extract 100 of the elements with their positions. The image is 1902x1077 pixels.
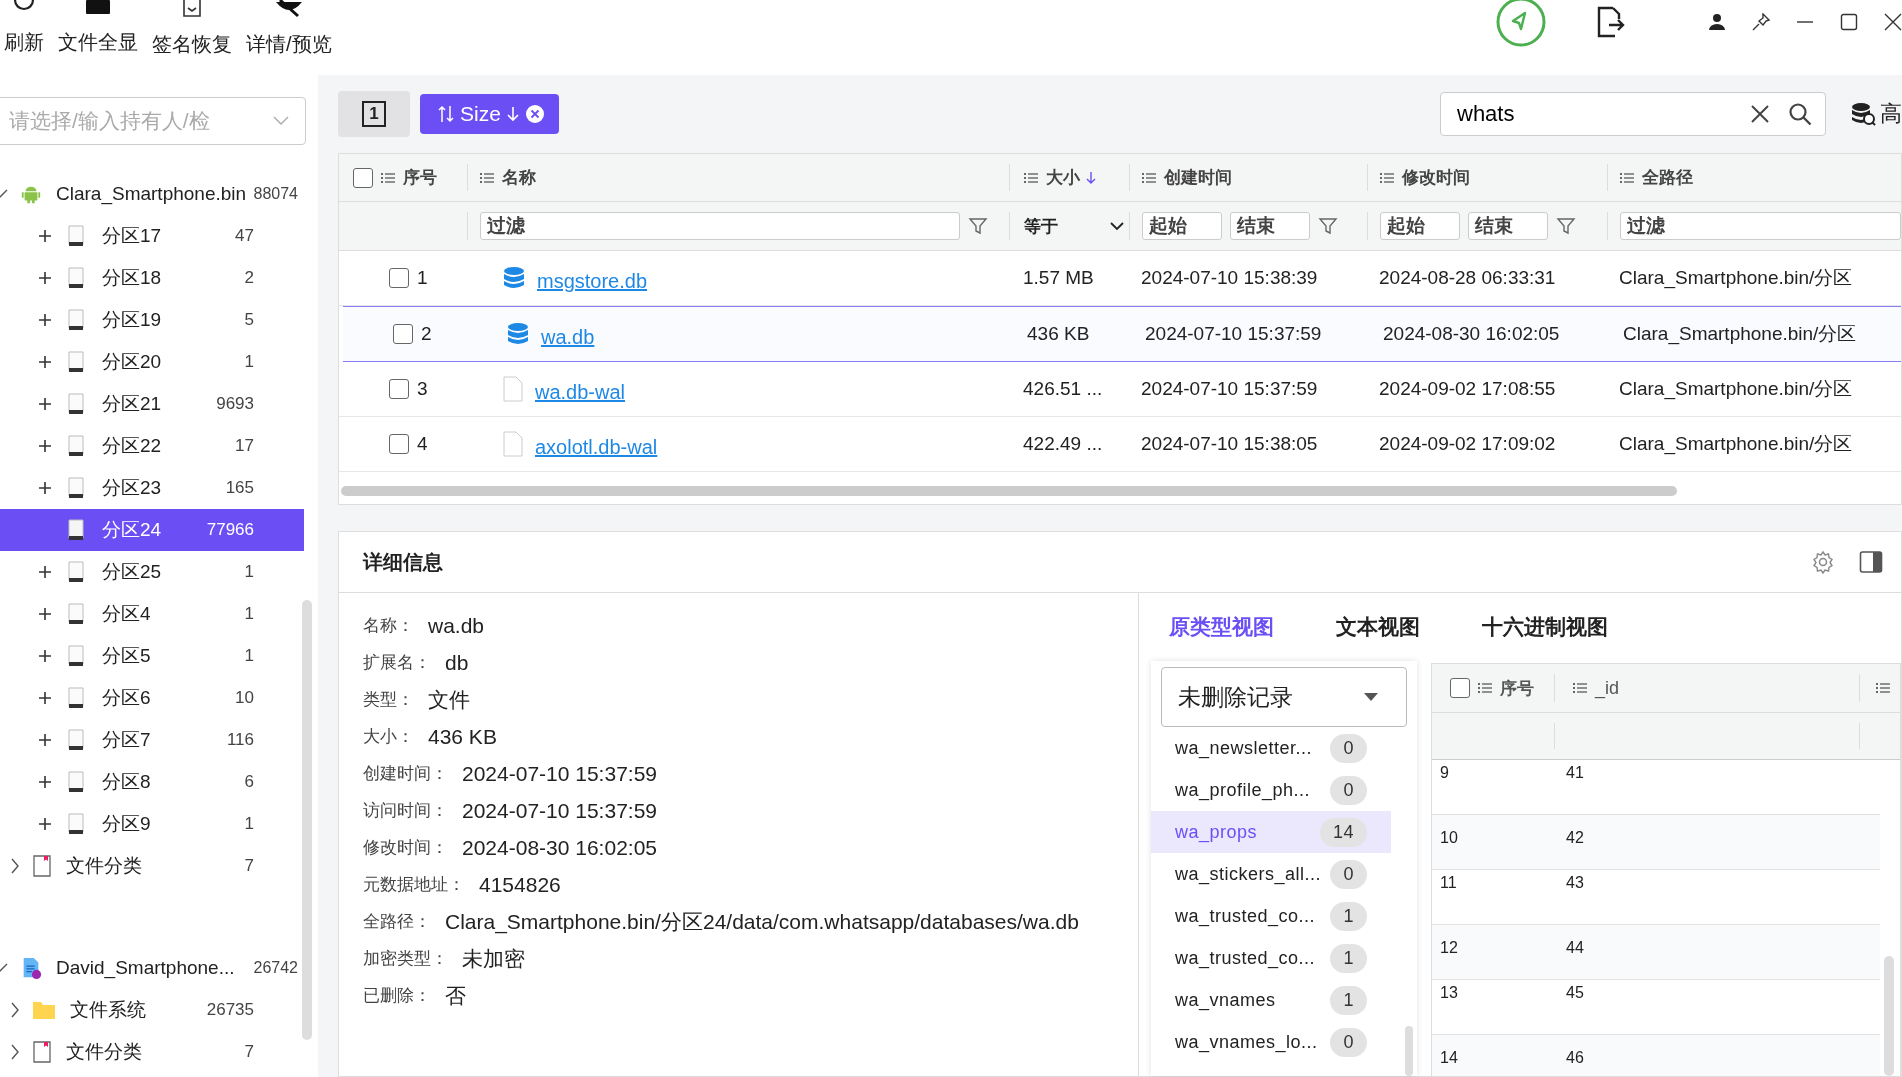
table-row[interactable]: 3 wa.db-wal 426.51 ... 2024-07-10 15:37:59 2024-09-02 17:08:55 Clara_Smartphone.bin/分区 (339, 362, 1901, 417)
chevron-right-icon[interactable] (10, 1002, 20, 1018)
checkbox[interactable] (389, 434, 409, 454)
arrow-down-icon[interactable] (1086, 170, 1096, 185)
table-list-item[interactable]: wa_vnames 1 (1151, 979, 1391, 1021)
tree-item[interactable]: 文件系统 26735 (0, 989, 318, 1031)
view-tab[interactable]: 十六进制视图 (1482, 613, 1608, 641)
tree-item[interactable]: 分区20 1 (0, 341, 318, 383)
plus-icon[interactable] (38, 733, 52, 747)
filter-icon[interactable] (1318, 216, 1338, 236)
tree-item[interactable]: 分区5 1 (0, 635, 318, 677)
filter-field[interactable]: 过滤 (480, 212, 960, 240)
sort-chip[interactable]: Size (420, 94, 559, 134)
toolbar-button[interactable]: 详情/预览 (244, 0, 334, 58)
checkbox[interactable] (389, 268, 409, 288)
plus-icon[interactable] (38, 229, 52, 243)
tree-item[interactable]: 分区22 17 (0, 425, 318, 467)
file-link[interactable]: axolotl.db-wal (535, 429, 658, 459)
tree-item[interactable]: 分区4 1 (0, 593, 318, 635)
plus-icon[interactable] (38, 691, 52, 705)
tree-item[interactable]: 分区6 10 (0, 677, 318, 719)
table-list-item[interactable]: wa_profile_ph... 0 (1151, 769, 1391, 811)
clear-icon[interactable] (524, 104, 545, 124)
tree-item[interactable]: 分区9 1 (0, 803, 318, 845)
filter-field[interactable]: 过滤 (1620, 212, 1901, 240)
plus-icon[interactable] (38, 565, 52, 579)
tree-item[interactable]: Clara_Smartphone.bin 88074 (0, 173, 318, 215)
tree-item[interactable]: 分区24 77966 (0, 509, 304, 551)
toolbar-button[interactable]: 刷新 (2, 0, 46, 58)
plus-icon[interactable] (38, 271, 52, 285)
file-link[interactable]: wa.db-wal (535, 374, 626, 404)
checkbox[interactable] (1450, 678, 1470, 698)
column-header[interactable]: _id (1595, 677, 1620, 699)
plus-icon[interactable] (38, 817, 52, 831)
close-icon[interactable] (1884, 13, 1902, 31)
table-list-item[interactable]: wa_props 14 (1151, 811, 1391, 853)
plus-icon[interactable] (38, 397, 52, 411)
tree-item[interactable]: David_Smartphone... 26742 (0, 947, 318, 989)
plus-icon[interactable] (38, 313, 52, 327)
checkbox[interactable] (393, 324, 413, 344)
column-header[interactable]: 名称 (502, 166, 536, 189)
tree-item[interactable]: 分区19 5 (0, 299, 318, 341)
tree-item[interactable]: 分区23 165 (0, 467, 318, 509)
table-list-item[interactable]: wa_vnames_lo... 0 (1151, 1021, 1391, 1063)
scrollbar[interactable] (1884, 956, 1894, 1076)
plus-icon[interactable] (38, 607, 52, 621)
settings-icon[interactable] (1811, 550, 1835, 574)
tree-item[interactable]: 分区25 1 (0, 551, 318, 593)
file-link[interactable]: msgstore.db (537, 263, 648, 293)
end-field[interactable]: 结束 (1468, 212, 1548, 240)
table-list-item[interactable]: wa_trusted_co... 1 (1151, 937, 1391, 979)
tree-item[interactable]: 分区18 2 (0, 257, 318, 299)
start-field[interactable]: 起始 (1142, 212, 1222, 240)
chevron-right-icon[interactable] (10, 1044, 20, 1060)
plus-icon[interactable] (38, 439, 52, 453)
scrollbar[interactable] (302, 600, 312, 1040)
filter-icon[interactable] (1556, 216, 1576, 236)
plus-icon[interactable] (38, 775, 52, 789)
tree-item[interactable]: 分区17 47 (0, 215, 318, 257)
search-field[interactable]: whats (1440, 92, 1826, 136)
column-header[interactable]: 创建时间 (1164, 166, 1232, 189)
advanced-search-button[interactable]: 高 (1850, 99, 1902, 129)
chevron-right-icon[interactable] (10, 858, 20, 874)
filter-icon[interactable] (968, 216, 988, 236)
view-tab[interactable]: 原类型视图 (1169, 613, 1274, 641)
operator-select[interactable]: 等于 (1024, 214, 1124, 238)
view-button[interactable]: 1 (338, 91, 410, 137)
user-icon[interactable] (1708, 13, 1726, 31)
table-list-item[interactable]: wa_newsletter... 0 (1151, 727, 1391, 769)
tree-item[interactable]: 分区8 6 (0, 761, 318, 803)
maximize-icon[interactable] (1840, 13, 1858, 31)
scrollbar[interactable] (341, 486, 1677, 496)
clear-icon[interactable] (1750, 104, 1770, 124)
checkbox[interactable] (353, 167, 373, 188)
tree-item[interactable]: 文件分类 7 (0, 845, 318, 887)
view-tab[interactable]: 文本视图 (1336, 613, 1420, 641)
column-header[interactable]: 序号 (403, 166, 437, 189)
end-field[interactable]: 结束 (1230, 212, 1310, 240)
column-header[interactable]: 序号 (1500, 676, 1534, 700)
panel-toggle-icon[interactable] (1859, 550, 1883, 574)
tree-item[interactable]: 分区21 9693 (0, 383, 318, 425)
table-list-item[interactable]: wa_stickers_all... 0 (1151, 853, 1391, 895)
checkbox[interactable] (389, 379, 409, 399)
plus-icon[interactable] (38, 355, 52, 369)
tree-item[interactable]: 文件分类 7 (0, 1031, 318, 1073)
pin-icon[interactable] (1752, 13, 1770, 31)
file-link[interactable]: wa.db (541, 319, 595, 349)
toolbar-button[interactable]: 文件全显 (56, 0, 140, 58)
column-header[interactable]: 修改时间 (1402, 166, 1470, 189)
search-icon[interactable] (1788, 102, 1812, 126)
table-list-item[interactable]: wa_trusted_co... 1 (1151, 895, 1391, 937)
column-header[interactable]: 全路径 (1642, 166, 1693, 189)
plus-icon[interactable] (38, 649, 52, 663)
plus-icon[interactable] (38, 481, 52, 495)
start-field[interactable]: 起始 (1380, 212, 1460, 240)
export-file-icon[interactable] (1595, 6, 1625, 38)
column-header[interactable]: 大小 (1046, 166, 1080, 189)
tree-item[interactable]: 分区7 116 (0, 719, 318, 761)
pin-badge-icon[interactable] (1495, 0, 1547, 48)
toolbar-button[interactable]: 签名恢复 (150, 0, 234, 58)
